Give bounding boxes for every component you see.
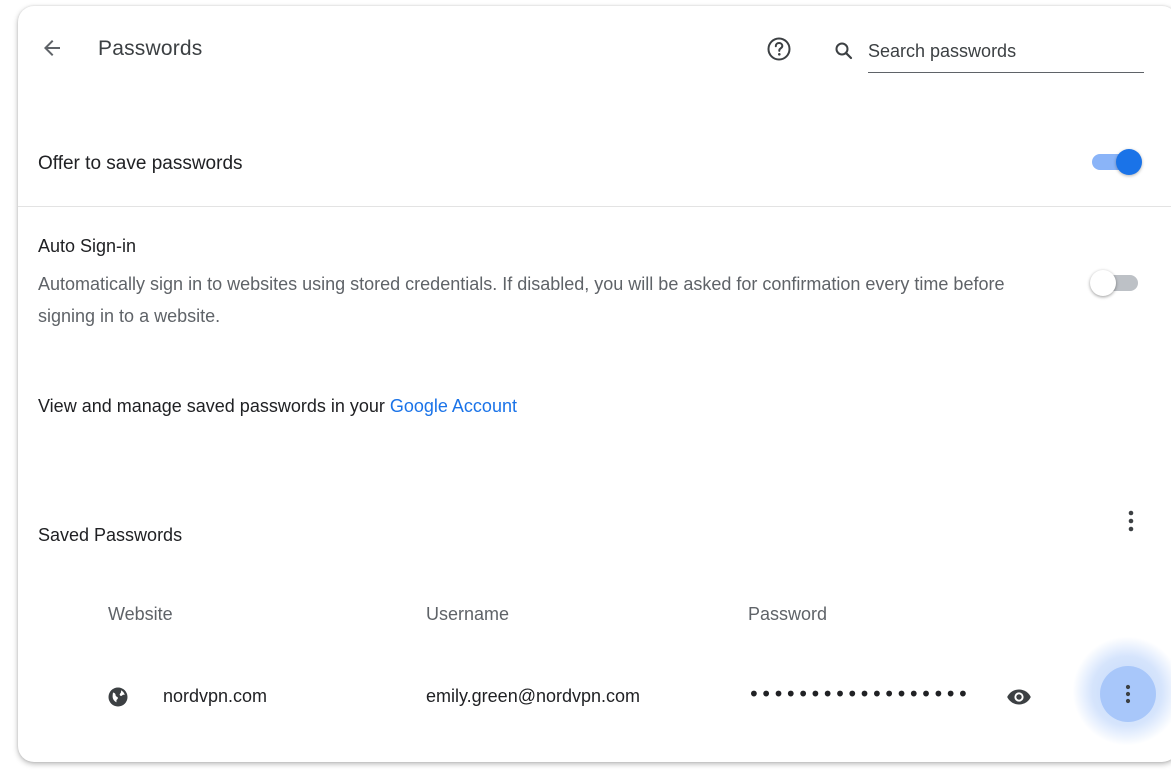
- column-header-password: Password: [748, 604, 828, 624]
- entry-website[interactable]: nordvpn.com: [163, 686, 267, 707]
- arrow-back-icon: [44, 40, 60, 56]
- back-button[interactable]: [36, 32, 68, 64]
- saved-passwords-more-button[interactable]: [1116, 506, 1146, 536]
- eye-icon: [1007, 689, 1031, 705]
- entry-more-actions-button[interactable]: [1100, 666, 1156, 722]
- toggle-knob: [1116, 149, 1142, 175]
- auto-signin-description: Automatically sign in to websites using …: [38, 274, 1005, 326]
- search-icon: [835, 42, 853, 60]
- help-circle-icon: [767, 37, 791, 61]
- page-title: Passwords: [98, 37, 203, 60]
- more-vert-icon: [1128, 510, 1134, 532]
- column-header-username: Username: [426, 604, 510, 624]
- search-box: [834, 32, 1146, 74]
- page-header: Passwords: [18, 6, 1171, 86]
- saved-passwords-title: Saved Passwords: [38, 525, 183, 545]
- auto-signin-toggle[interactable]: [1090, 269, 1144, 296]
- search-underline: [868, 72, 1144, 73]
- manage-passwords-prefix: View and manage saved passwords in your: [38, 396, 390, 416]
- show-password-button[interactable]: [1002, 680, 1036, 714]
- offer-to-save-label: Offer to save passwords: [38, 153, 243, 174]
- section-divider: [18, 206, 1171, 207]
- entry-password-masked: ••••••••••••••••••: [748, 682, 970, 706]
- search-input[interactable]: [868, 36, 1142, 66]
- auto-signin-title: Auto Sign-in: [38, 236, 137, 256]
- passwords-settings-card: Passwords Offer to save passwords Auto S…: [18, 6, 1171, 762]
- offer-to-save-row: Offer to save passwords: [18, 128, 1171, 206]
- more-vert-icon: [1125, 684, 1131, 704]
- password-entry-row: nordvpn.com emily.green@nordvpn.com ••••…: [18, 636, 1171, 746]
- manage-passwords-text: View and manage saved passwords in your …: [38, 396, 517, 417]
- google-account-link[interactable]: Google Account: [390, 396, 517, 416]
- toggle-knob: [1090, 270, 1116, 296]
- globe-icon: [108, 687, 128, 707]
- offer-to-save-toggle[interactable]: [1090, 148, 1144, 175]
- column-header-website: Website: [108, 604, 173, 624]
- help-button[interactable]: [764, 34, 794, 64]
- entry-username: emily.green@nordvpn.com: [426, 686, 641, 706]
